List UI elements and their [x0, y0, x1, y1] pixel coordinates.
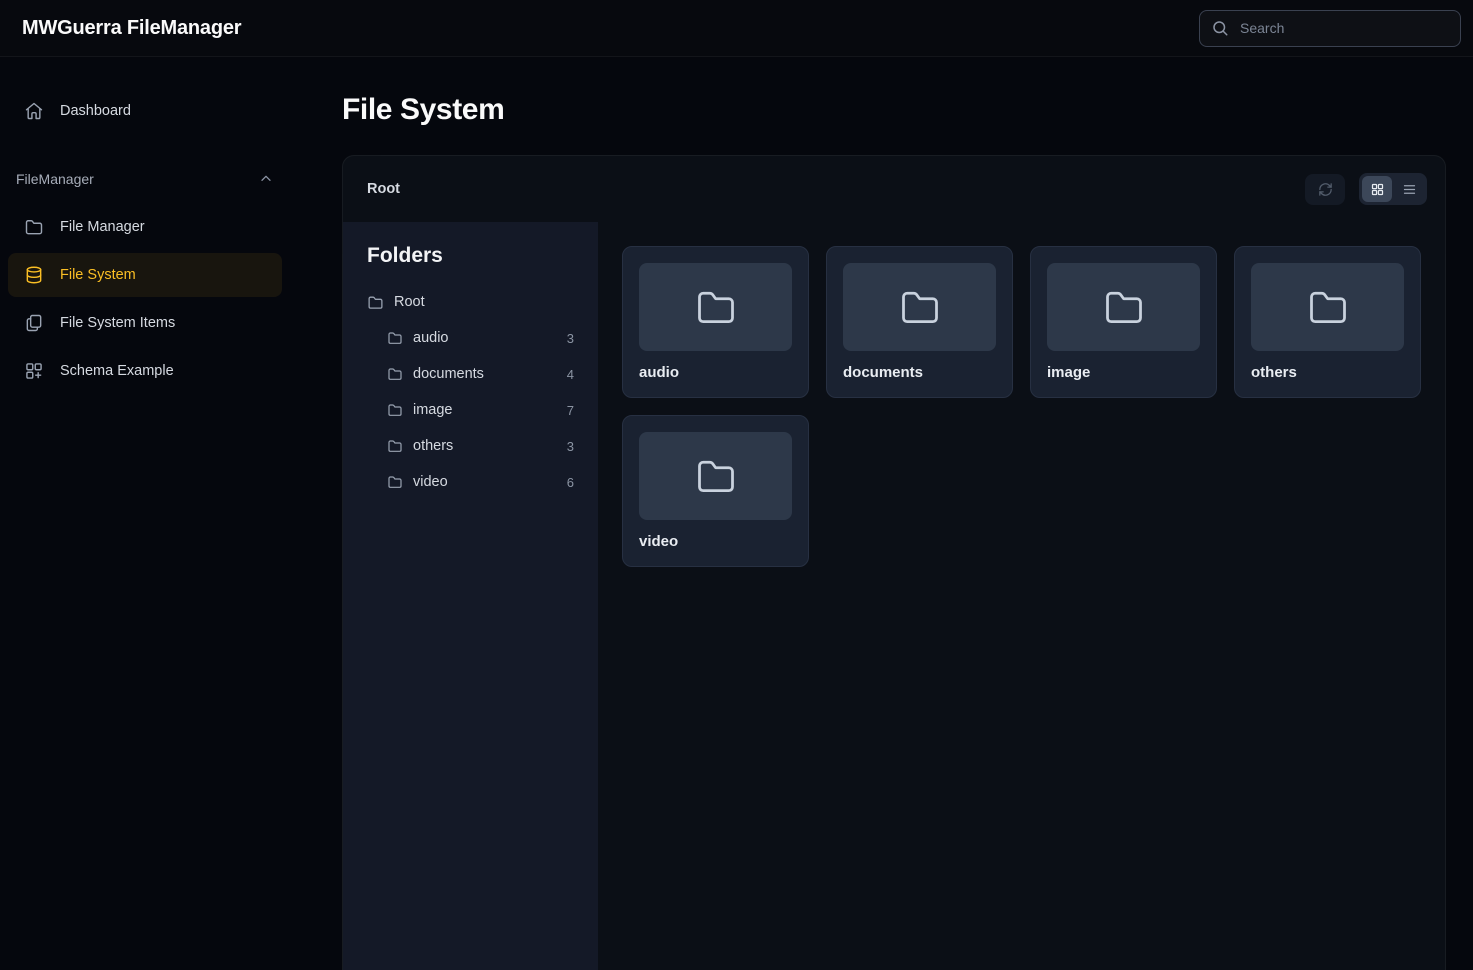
search — [1199, 10, 1461, 47]
sidebar-item-label: Schema Example — [60, 363, 174, 379]
folder-icon — [387, 474, 403, 490]
tree-item-others[interactable]: others 3 — [367, 428, 574, 464]
sidebar-item-file-system-items[interactable]: File System Items — [8, 301, 282, 345]
folder-icon — [694, 454, 738, 498]
file-system-panel: Root — [342, 155, 1446, 970]
folder-card-image[interactable]: image — [1030, 246, 1217, 398]
folder-card-others[interactable]: others — [1234, 246, 1421, 398]
tree-item-label: audio — [413, 330, 557, 346]
grid-view-button[interactable] — [1362, 176, 1392, 202]
layout: Dashboard FileManager File Manager — [0, 57, 1473, 970]
page-title: File System — [342, 93, 1446, 127]
sidebar-group-filemanager[interactable]: FileManager — [16, 159, 274, 199]
sidebar-item-label: File Manager — [60, 219, 145, 235]
sidebar: Dashboard FileManager File Manager — [0, 57, 310, 970]
tree-item-count: 4 — [567, 367, 574, 382]
tree-item-count: 3 — [567, 331, 574, 346]
folder-tile — [639, 263, 792, 351]
tree-item-label: documents — [413, 366, 557, 382]
list-view-icon — [1402, 182, 1417, 197]
folder-grid: audio documents — [622, 246, 1421, 567]
search-input[interactable] — [1199, 10, 1461, 47]
folder-icon — [694, 285, 738, 329]
folder-icon — [898, 285, 942, 329]
panel-body: Folders Root — [343, 222, 1445, 970]
sidebar-item-file-system[interactable]: File System — [8, 253, 282, 297]
folder-tile — [1251, 263, 1404, 351]
tree-item-label: others — [413, 438, 557, 454]
folder-name: audio — [639, 364, 792, 381]
topbar: MWGuerra FileManager — [0, 0, 1473, 57]
sidebar-item-dashboard[interactable]: Dashboard — [8, 89, 282, 133]
folder-tile — [639, 432, 792, 520]
tree-item-label: video — [413, 474, 557, 490]
tree-item-count: 3 — [567, 439, 574, 454]
grid-view-icon — [1370, 182, 1385, 197]
tree-item-count: 7 — [567, 403, 574, 418]
tree-item-count: 6 — [567, 475, 574, 490]
folder-grid-pane: audio documents — [598, 222, 1445, 970]
folder-name: video — [639, 533, 792, 550]
sidebar-group-label: FileManager — [16, 171, 94, 187]
folder-icon — [387, 438, 403, 454]
folder-name: image — [1047, 364, 1200, 381]
folders-tree-pane: Folders Root — [343, 222, 598, 970]
folders-heading: Folders — [367, 244, 574, 268]
folder-card-documents[interactable]: documents — [826, 246, 1013, 398]
folder-card-video[interactable]: video — [622, 415, 809, 567]
folder-icon — [387, 366, 403, 382]
folder-icon — [387, 330, 403, 346]
folder-tile — [843, 263, 996, 351]
breadcrumb: Root — [367, 181, 400, 197]
chevron-up-icon — [258, 171, 274, 187]
tree-item-root[interactable]: Root — [367, 284, 574, 320]
refresh-icon — [1317, 181, 1334, 198]
tree-item-video[interactable]: video 6 — [367, 464, 574, 500]
sidebar-item-label: File System — [60, 267, 136, 283]
folder-icon — [387, 402, 403, 418]
sidebar-item-label: File System Items — [60, 315, 175, 331]
panel-toolbar: Root — [343, 156, 1445, 222]
squares-icon — [24, 361, 44, 381]
folder-icon — [24, 217, 44, 237]
tree-item-documents[interactable]: documents 4 — [367, 356, 574, 392]
app-title: MWGuerra FileManager — [22, 17, 241, 40]
folder-icon — [1102, 285, 1146, 329]
tree-item-label: Root — [394, 294, 574, 310]
folder-icon — [1306, 285, 1350, 329]
server-stack-icon — [24, 265, 44, 285]
sidebar-item-schema-example[interactable]: Schema Example — [8, 349, 282, 393]
main-content: File System Root — [310, 57, 1473, 970]
search-icon — [1211, 19, 1229, 37]
folder-tile — [1047, 263, 1200, 351]
folder-name: documents — [843, 364, 996, 381]
document-duplicate-icon — [24, 313, 44, 333]
list-view-button[interactable] — [1394, 176, 1424, 202]
refresh-button[interactable] — [1305, 174, 1345, 205]
folder-card-audio[interactable]: audio — [622, 246, 809, 398]
tree-item-label: image — [413, 402, 557, 418]
folder-name: others — [1251, 364, 1404, 381]
folder-icon — [367, 294, 384, 311]
sidebar-item-file-manager[interactable]: File Manager — [8, 205, 282, 249]
tree-item-image[interactable]: image 7 — [367, 392, 574, 428]
sidebar-item-label: Dashboard — [60, 103, 131, 119]
home-icon — [24, 101, 44, 121]
toolbar-actions — [1305, 173, 1427, 205]
view-mode-toggle — [1359, 173, 1427, 205]
tree-item-audio[interactable]: audio 3 — [367, 320, 574, 356]
